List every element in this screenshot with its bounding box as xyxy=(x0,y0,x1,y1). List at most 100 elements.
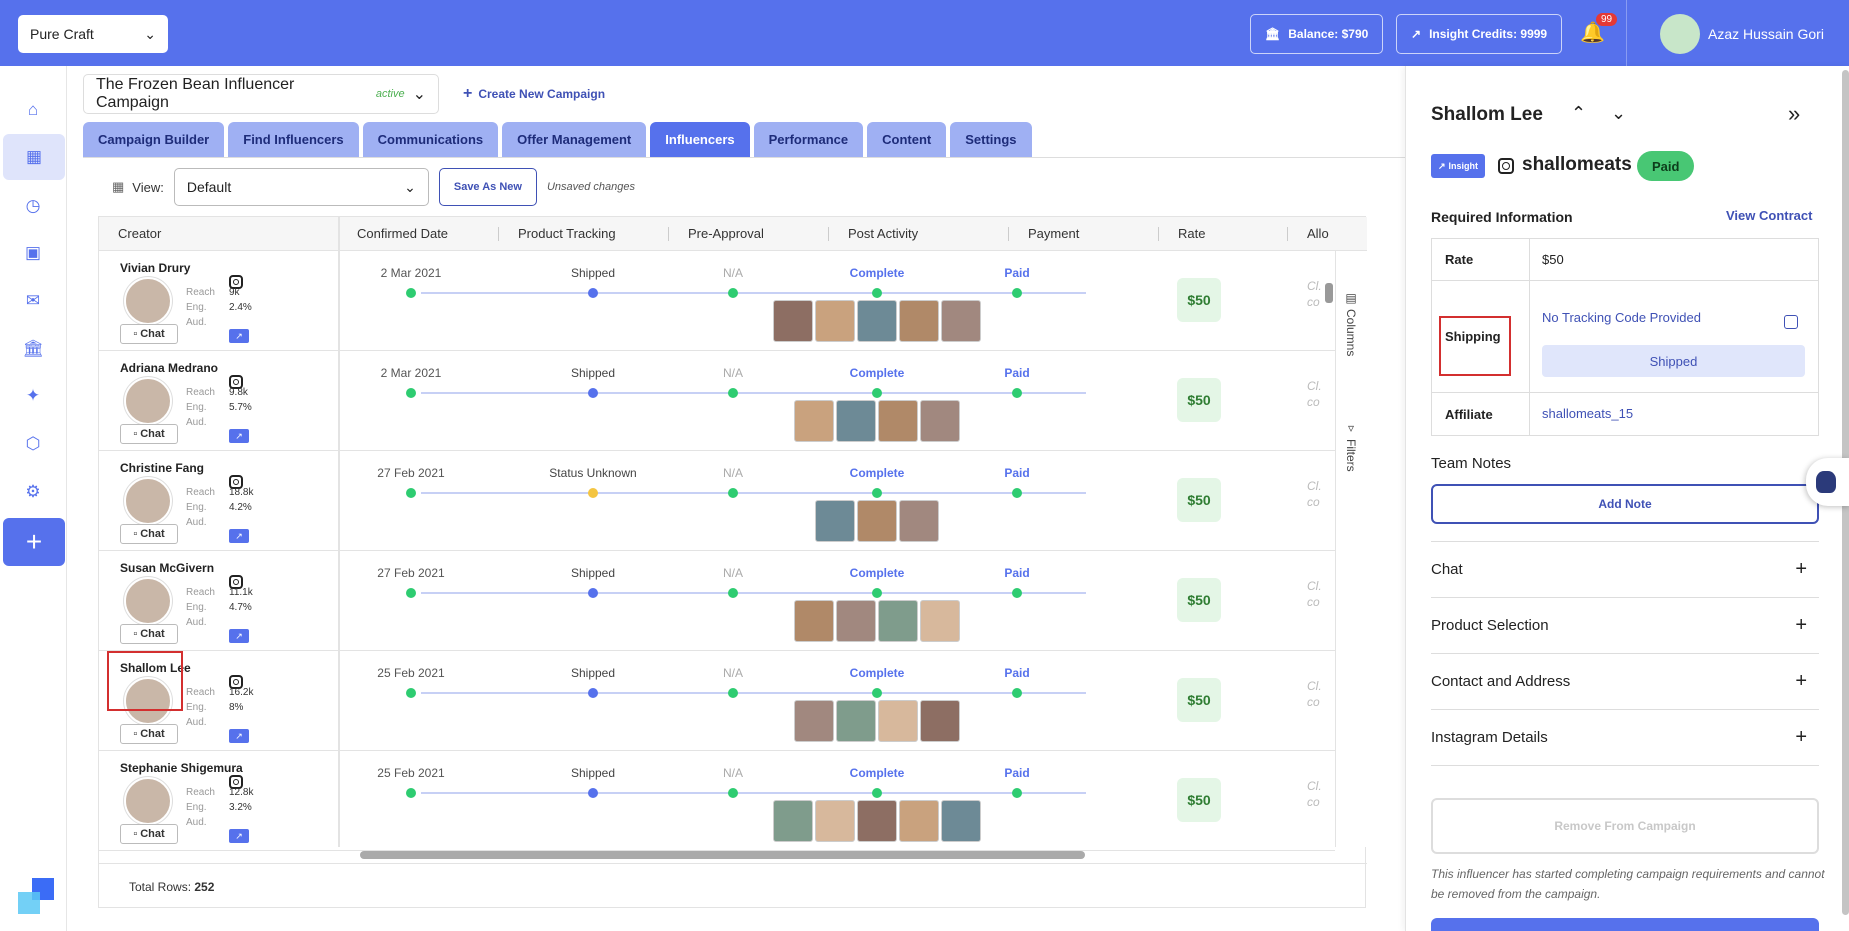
chat-button[interactable]: ▫ Chat xyxy=(120,724,178,744)
post-thumbnail[interactable] xyxy=(773,300,813,342)
post-thumbnail[interactable] xyxy=(857,500,897,542)
post-activity-status[interactable]: Complete xyxy=(850,266,905,280)
tab-campaign-builder[interactable]: Campaign Builder xyxy=(83,122,225,157)
post-thumbnail[interactable] xyxy=(794,700,834,742)
post-thumbnail[interactable] xyxy=(815,800,855,842)
media-icon[interactable]: ▣ xyxy=(0,230,66,276)
save-as-new-button[interactable]: Save As New xyxy=(438,168,537,206)
avatar[interactable] xyxy=(124,277,172,325)
panel-action-button[interactable] xyxy=(1431,918,1819,931)
post-activity-status[interactable]: Complete xyxy=(850,466,905,480)
tab-content[interactable]: Content xyxy=(867,122,947,157)
col-allow[interactable]: Allo xyxy=(1307,226,1329,241)
post-thumbnail[interactable] xyxy=(815,300,855,342)
user-avatar[interactable] xyxy=(1660,14,1700,54)
col-confirmed-date[interactable]: Confirmed Date xyxy=(357,226,448,241)
edit-icon[interactable] xyxy=(1784,315,1798,329)
insight-badge[interactable]: ↗ Insight xyxy=(1431,154,1486,178)
col-separator[interactable] xyxy=(1287,227,1288,241)
post-activity-status[interactable]: Complete xyxy=(850,666,905,680)
view-contract-link[interactable]: View Contract xyxy=(1726,208,1812,223)
table-row[interactable]: Shallom Lee Reach 16.2k Eng. 8% Aud. ▫ Chat ↗ 25 … xyxy=(99,651,1335,751)
creator-name[interactable]: Vivian Drury xyxy=(120,261,190,275)
col-product-tracking[interactable]: Product Tracking xyxy=(518,226,616,241)
post-thumbnail[interactable] xyxy=(878,400,918,442)
insight-credits-button[interactable]: ↗ Insight Credits: 9999 xyxy=(1396,14,1563,54)
tab-performance[interactable]: Performance xyxy=(753,122,864,157)
avatar[interactable] xyxy=(124,477,172,525)
chat-button[interactable]: ▫ Chat xyxy=(120,324,178,344)
post-thumbnail[interactable] xyxy=(920,700,960,742)
table-row[interactable]: Susan McGivern Reach 11.1k Eng. 4.7% Aud. ▫ Cha… xyxy=(99,551,1335,651)
shield-icon[interactable]: ⬡ xyxy=(0,421,66,467)
post-activity-status[interactable]: Complete xyxy=(850,766,905,780)
avatar[interactable] xyxy=(124,777,172,825)
brand-select[interactable]: Pure Craft ⌄ xyxy=(18,15,168,53)
messages-icon[interactable]: ✉ xyxy=(0,278,66,324)
post-activity-status[interactable]: Complete xyxy=(850,566,905,580)
payment-status[interactable]: Paid xyxy=(1004,366,1029,380)
shipped-button[interactable]: Shipped xyxy=(1542,345,1805,377)
col-separator[interactable] xyxy=(1158,227,1159,241)
accordion-chat[interactable]: Chat + xyxy=(1431,541,1819,597)
audience-insight-button[interactable]: ↗ xyxy=(229,729,249,743)
post-thumbnail[interactable] xyxy=(794,600,834,642)
post-thumbnail[interactable] xyxy=(857,300,897,342)
post-thumbnail[interactable] xyxy=(836,700,876,742)
post-thumbnail[interactable] xyxy=(920,600,960,642)
post-thumbnail[interactable] xyxy=(836,400,876,442)
post-thumbnail[interactable] xyxy=(941,800,981,842)
col-separator[interactable] xyxy=(498,227,499,241)
add-note-button[interactable]: Add Note xyxy=(1431,484,1819,524)
campaign-select[interactable]: The Frozen Bean Influencer Campaign acti… xyxy=(83,74,439,114)
scroll-thumb[interactable] xyxy=(360,851,1085,859)
chat-button[interactable]: ▫ Chat xyxy=(120,624,178,644)
collapse-panel-icon[interactable]: » xyxy=(1788,101,1800,127)
payment-status[interactable]: Paid xyxy=(1004,766,1029,780)
filters-panel-toggle[interactable]: ▿ Filters xyxy=(1344,421,1358,472)
view-select[interactable]: Default ⌄ xyxy=(173,168,429,206)
accordion-contact-address[interactable]: Contact and Address + xyxy=(1431,653,1819,709)
add-button[interactable]: + xyxy=(3,518,65,566)
chevron-down-icon[interactable]: ⌄ xyxy=(1611,103,1626,124)
payment-status[interactable]: Paid xyxy=(1004,566,1029,580)
create-campaign-link[interactable]: + Create New Campaign xyxy=(463,85,605,103)
creator-name[interactable]: Stephanie Shigemura xyxy=(120,761,243,775)
col-separator[interactable] xyxy=(828,227,829,241)
chevron-up-icon[interactable]: ⌃ xyxy=(1571,103,1586,124)
post-thumbnail[interactable] xyxy=(878,700,918,742)
post-thumbnail[interactable] xyxy=(941,300,981,342)
audience-insight-button[interactable]: ↗ xyxy=(229,529,249,543)
audience-insight-button[interactable]: ↗ xyxy=(229,429,249,443)
remove-from-campaign-button[interactable]: Remove From Campaign xyxy=(1431,798,1819,854)
bank-icon[interactable]: 🏛 xyxy=(0,326,66,372)
tab-offer-management[interactable]: Offer Management xyxy=(502,122,647,157)
table-row[interactable]: Adriana Medrano Reach 9.8k Eng. 5.7% Aud. ▫ Cha… xyxy=(99,351,1335,451)
col-separator[interactable] xyxy=(1008,227,1009,241)
accordion-product-selection[interactable]: Product Selection + xyxy=(1431,597,1819,653)
post-thumbnail[interactable] xyxy=(794,400,834,442)
col-rate[interactable]: Rate xyxy=(1178,226,1205,241)
vertical-scrollbar[interactable] xyxy=(1325,283,1333,303)
post-thumbnail[interactable] xyxy=(857,800,897,842)
col-payment[interactable]: Payment xyxy=(1028,226,1079,241)
panel-handle[interactable]: shallomeats xyxy=(1522,154,1632,176)
table-row[interactable]: Christine Fang Reach 18.8k Eng. 4.2% Aud. ▫ Cha… xyxy=(99,451,1335,551)
creator-name[interactable]: Susan McGivern xyxy=(120,561,214,575)
payment-status[interactable]: Paid xyxy=(1004,666,1029,680)
horizontal-scrollbar[interactable] xyxy=(99,847,1335,861)
audience-insight-button[interactable]: ↗ xyxy=(229,829,249,843)
post-thumbnail[interactable] xyxy=(836,600,876,642)
user-name[interactable]: Azaz Hussain Gori xyxy=(1708,26,1824,42)
settings-icon[interactable]: ⚙ xyxy=(0,469,66,515)
home-icon[interactable]: ⌂ xyxy=(0,87,66,133)
payment-status[interactable]: Paid xyxy=(1004,266,1029,280)
dashboard-icon[interactable]: ▦ xyxy=(3,134,65,180)
affiliate-value[interactable]: shallomeats_15 xyxy=(1542,406,1633,421)
audience-insight-button[interactable]: ↗ xyxy=(229,329,249,343)
avatar[interactable] xyxy=(124,577,172,625)
tab-find-influencers[interactable]: Find Influencers xyxy=(228,122,359,157)
balance-button[interactable]: 🏛 Balance: $790 xyxy=(1250,14,1384,54)
col-creator[interactable]: Creator xyxy=(118,226,161,241)
table-row[interactable]: Vivian Drury Reach 9k Eng. 2.4% Aud. ▫ Chat ↗ 2 M… xyxy=(99,251,1335,351)
